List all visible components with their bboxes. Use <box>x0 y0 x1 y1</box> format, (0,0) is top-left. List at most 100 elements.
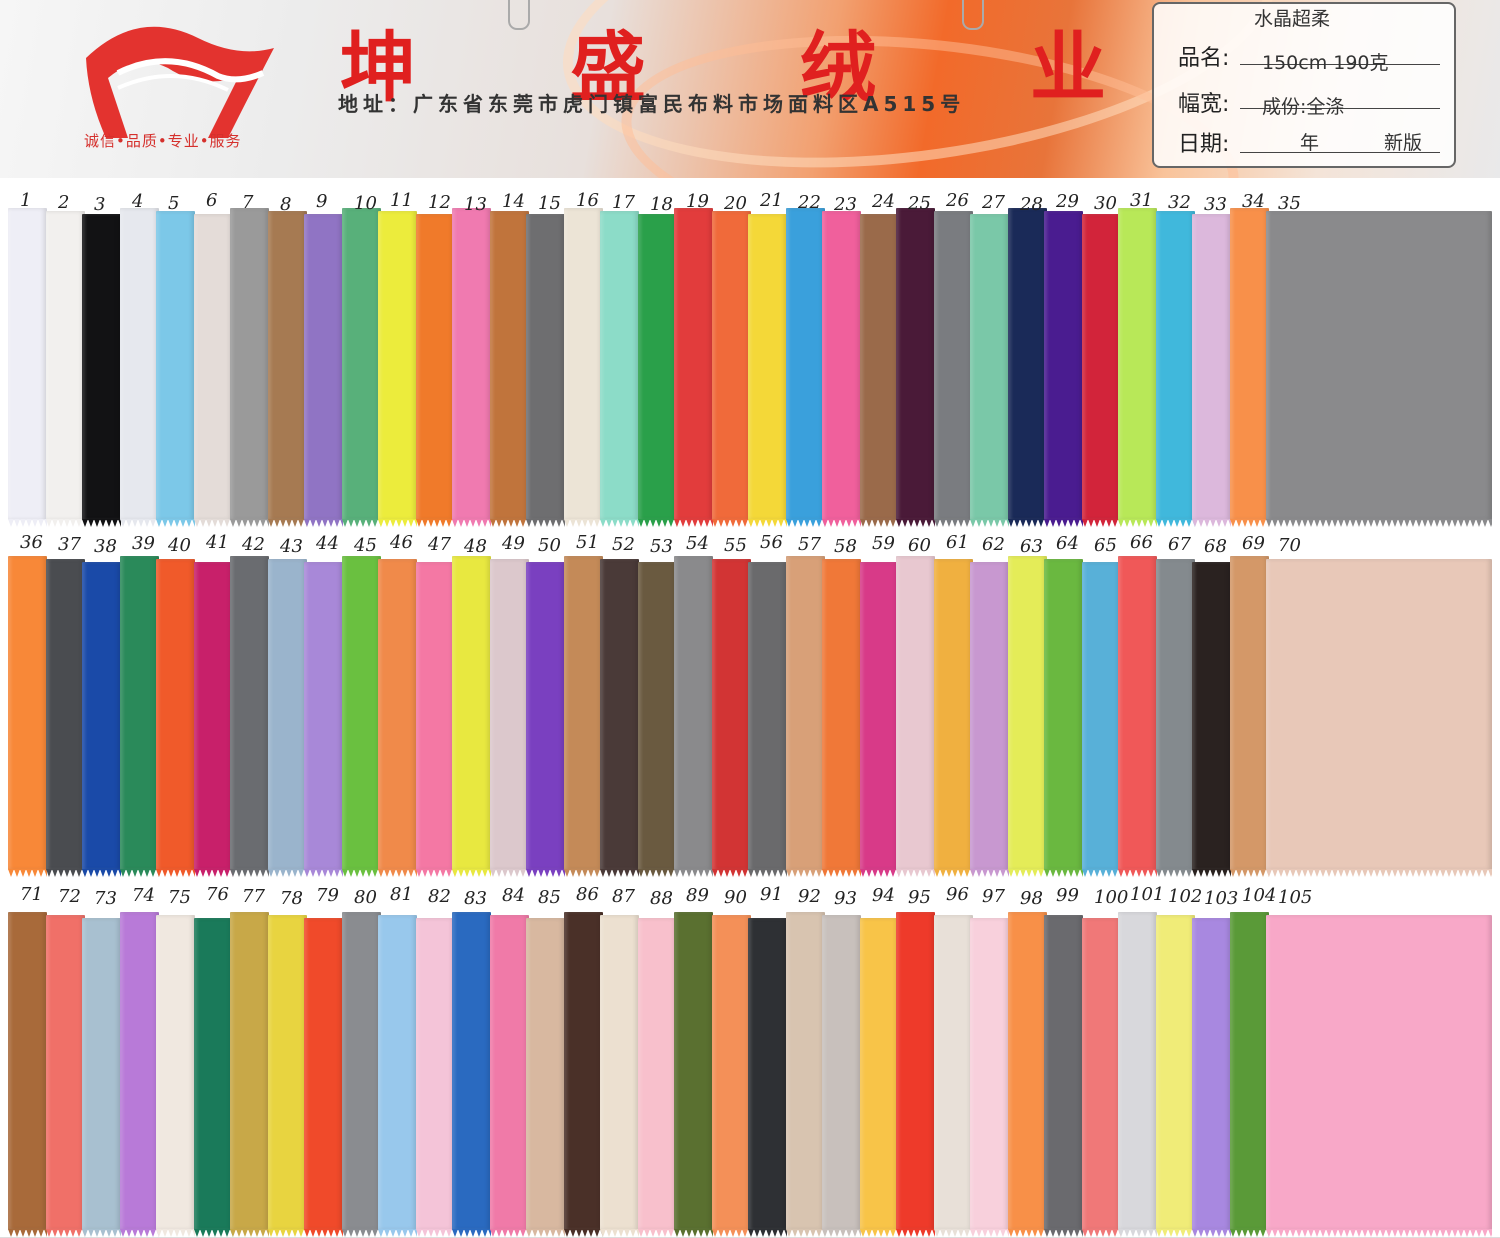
swatch-number: 76 <box>206 884 229 905</box>
pinked-edge <box>46 869 85 877</box>
swatch-number: 52 <box>612 534 635 555</box>
swatch-number: 47 <box>428 534 451 555</box>
swatch-number: 51 <box>576 532 599 553</box>
pinked-edge <box>564 869 603 877</box>
fabric-swatch <box>970 918 1009 1237</box>
pinked-edge <box>452 869 491 877</box>
fabric-swatch <box>268 915 307 1237</box>
pinked-edge <box>378 519 417 527</box>
fabric-swatch <box>600 915 639 1237</box>
pinked-edge <box>1230 869 1269 877</box>
product-name-label: 品名: <box>1178 46 1230 71</box>
swatch-number: 2 <box>58 192 70 213</box>
pinked-edge <box>1008 869 1047 877</box>
pinked-edge <box>896 519 935 527</box>
pinked-edge <box>564 519 603 527</box>
swatch-number: 100 <box>1094 887 1129 908</box>
swatch-number: 31 <box>1130 190 1153 211</box>
fabric-swatch <box>416 214 455 527</box>
fabric-swatch <box>1156 559 1195 877</box>
swatch-number: 58 <box>834 536 857 557</box>
pinked-edge <box>600 519 639 527</box>
date-year: 年 <box>1300 132 1320 154</box>
swatch-number: 5 <box>168 193 180 214</box>
fabric-swatch <box>120 912 159 1237</box>
pinked-edge <box>120 519 159 527</box>
width-value: 150cm 190克 <box>1262 52 1389 74</box>
swatch-number: 97 <box>982 886 1005 907</box>
swatch-number: 65 <box>1094 535 1117 556</box>
pinked-edge <box>748 869 787 877</box>
swatch-number: 50 <box>538 535 561 556</box>
pinked-edge <box>82 519 121 527</box>
fabric-swatch <box>452 556 491 877</box>
swatch-number: 45 <box>354 535 377 556</box>
pinked-edge <box>934 519 973 527</box>
swatch-number: 95 <box>908 887 931 908</box>
pinked-edge <box>1230 519 1269 527</box>
fabric-swatch <box>712 211 751 527</box>
fabric-swatch <box>896 556 935 877</box>
pinked-edge <box>860 519 899 527</box>
fabric-swatch <box>1118 208 1157 527</box>
fabric-swatch <box>1192 562 1231 877</box>
fabric-swatch <box>1266 915 1492 1237</box>
swatch-number: 88 <box>650 888 673 909</box>
fabric-swatch <box>860 562 899 877</box>
pinked-edge <box>1082 519 1121 527</box>
swatch-number: 61 <box>946 532 969 553</box>
pinked-edge <box>1118 869 1157 877</box>
fabric-swatch <box>194 562 233 877</box>
pinked-edge <box>786 519 825 527</box>
swatch-number: 73 <box>94 888 117 909</box>
swatch-number: 92 <box>798 886 821 907</box>
swatch-number: 66 <box>1130 532 1153 553</box>
fabric-swatch <box>8 556 47 877</box>
fabric-swatch <box>748 918 787 1237</box>
fabric-swatch <box>230 912 269 1237</box>
swatch-number: 105 <box>1278 887 1313 908</box>
date-edition: 新版 <box>1384 132 1423 154</box>
fabric-swatch <box>786 208 825 527</box>
pinked-edge <box>1266 519 1492 527</box>
fabric-swatch <box>1118 912 1157 1237</box>
slogan: 诚信•品质•专业•服务 <box>84 132 242 150</box>
fabric-swatch <box>970 214 1009 527</box>
swatch-number: 39 <box>132 533 155 554</box>
pinked-edge <box>120 869 159 877</box>
swatch-number: 30 <box>1094 193 1117 214</box>
fabric-swatch <box>526 214 565 527</box>
fabric-swatch <box>1118 556 1157 877</box>
fabric-swatch <box>1044 559 1083 877</box>
swatch-number: 64 <box>1056 533 1079 554</box>
fabric-swatch <box>452 912 491 1237</box>
swatch-number: 17 <box>612 192 635 213</box>
swatch-number: 24 <box>872 191 895 212</box>
fabric-swatch <box>896 208 935 527</box>
pinked-edge <box>712 869 751 877</box>
fabric-swatch <box>120 556 159 877</box>
swatch-number: 55 <box>724 535 747 556</box>
fabric-swatch <box>490 915 529 1237</box>
swatch-number: 48 <box>464 536 487 557</box>
swatch-number: 21 <box>760 190 783 211</box>
composition-value: 成份:全涤 <box>1262 96 1345 118</box>
fabric-swatch <box>46 211 85 527</box>
swatch-number: 15 <box>538 193 561 214</box>
pinked-edge <box>1192 869 1231 877</box>
fabric-swatch <box>1044 915 1083 1237</box>
pinked-edge <box>860 869 899 877</box>
swatch-number: 38 <box>94 536 117 557</box>
fabric-swatch <box>1192 918 1231 1237</box>
pinked-edge <box>1044 519 1083 527</box>
fabric-swatch <box>934 211 973 527</box>
fabric-swatch <box>46 915 85 1237</box>
swatch-number: 18 <box>650 194 673 215</box>
swatch-number: 60 <box>908 535 931 556</box>
fabric-swatch <box>526 562 565 877</box>
pinked-edge <box>378 869 417 877</box>
pinked-edge <box>934 869 973 877</box>
swatch-number: 10 <box>354 193 377 214</box>
fabric-swatch <box>416 562 455 877</box>
swatch-number: 93 <box>834 888 857 909</box>
